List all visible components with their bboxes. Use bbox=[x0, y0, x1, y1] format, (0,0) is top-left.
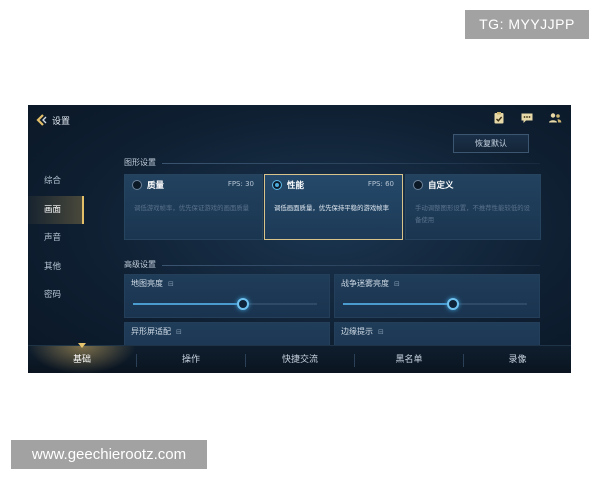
slider-thumb[interactable] bbox=[447, 298, 460, 310]
fog-brightness-label: 战争迷雾亮度 ⊟ bbox=[341, 279, 400, 288]
info-icon[interactable]: ⊟ bbox=[378, 328, 384, 336]
radio-icon bbox=[272, 180, 282, 190]
info-icon[interactable]: ⊟ bbox=[176, 328, 182, 336]
sidebar-item-sound[interactable]: 声音 bbox=[28, 224, 84, 253]
watermark-url: www.geechierootz.com bbox=[11, 440, 207, 469]
mode-name: 自定义 bbox=[428, 181, 454, 191]
mode-name: 性能 bbox=[287, 181, 305, 191]
slider-thumb[interactable] bbox=[237, 298, 250, 310]
mode-fps: FPS: 60 bbox=[367, 180, 394, 188]
tab-basic[interactable]: 基础 bbox=[28, 346, 136, 373]
slider-fill bbox=[133, 303, 244, 305]
notch-adaptation-label: 异形屏适配 ⊟ bbox=[131, 327, 182, 336]
graphics-section-divider bbox=[162, 163, 540, 164]
sidebar-item-password[interactable]: 密码 bbox=[28, 281, 84, 310]
info-icon[interactable]: ⊟ bbox=[168, 280, 174, 288]
map-brightness-label: 地图亮度 ⊟ bbox=[131, 279, 174, 288]
mode-fps: FPS: 30 bbox=[227, 180, 254, 188]
fog-brightness-slider[interactable] bbox=[343, 298, 527, 310]
settings-sidebar: 综合 画面 声音 其他 密码 bbox=[28, 167, 84, 310]
radio-icon bbox=[413, 180, 423, 190]
page-title: 设置 bbox=[52, 116, 71, 127]
map-brightness-setting: 地图亮度 ⊟ bbox=[124, 274, 330, 318]
advanced-section-divider bbox=[162, 265, 540, 266]
friends-icon[interactable] bbox=[548, 111, 562, 125]
bottom-tab-bar: 基础 操作 快捷交流 黑名单 录像 bbox=[28, 345, 571, 373]
restore-defaults-button[interactable]: 恢复默认 bbox=[453, 134, 529, 153]
clipboard-check-icon[interactable] bbox=[492, 111, 506, 125]
sidebar-item-other[interactable]: 其他 bbox=[28, 253, 84, 282]
map-brightness-slider[interactable] bbox=[133, 298, 317, 310]
chat-icon[interactable] bbox=[520, 111, 534, 125]
graphics-section-title: 图形设置 bbox=[124, 158, 156, 167]
back-arrow-icon bbox=[34, 113, 48, 127]
info-icon[interactable]: ⊟ bbox=[394, 280, 400, 288]
tab-replay[interactable]: 录像 bbox=[464, 346, 571, 373]
radio-icon bbox=[132, 180, 142, 190]
tab-blacklist[interactable]: 黑名单 bbox=[355, 346, 463, 373]
tab-quick-chat[interactable]: 快捷交流 bbox=[246, 346, 354, 373]
mode-description: 调低画面质量，优先保持平稳的游戏帧率 bbox=[274, 204, 390, 212]
mode-name: 质量 bbox=[147, 181, 165, 191]
tab-controls[interactable]: 操作 bbox=[137, 346, 245, 373]
sidebar-item-general[interactable]: 综合 bbox=[28, 167, 84, 196]
watermark-tag: TG: MYYJJPP bbox=[465, 10, 589, 39]
fog-brightness-setting: 战争迷雾亮度 ⊟ bbox=[334, 274, 540, 318]
graphics-mode-custom[interactable]: 自定义 手动调整图形设置，不推荐性能较低的设备使用 bbox=[405, 174, 541, 240]
slider-fill bbox=[343, 303, 454, 305]
graphics-mode-quality[interactable]: 质量 FPS: 30 调低游戏帧率，优先保证游戏的画面质量 bbox=[124, 174, 263, 240]
mode-description: 手动调整图形设置，不推荐性能较低的设备使用 bbox=[415, 204, 531, 224]
game-settings-screen: 设置 恢复默认 综合 画面 声音 其他 密码 图形设置 质量 FPS: 30 调… bbox=[28, 105, 571, 373]
mode-description: 调低游戏帧率，优先保证游戏的画面质量 bbox=[134, 204, 250, 212]
edge-hint-label: 边缘提示 ⊟ bbox=[341, 327, 384, 336]
back-button[interactable]: 设置 bbox=[34, 110, 70, 130]
graphics-mode-performance[interactable]: 性能 FPS: 60 调低画面质量，优先保持平稳的游戏帧率 bbox=[264, 174, 403, 240]
sidebar-item-graphics[interactable]: 画面 bbox=[28, 195, 84, 224]
advanced-section-title: 高级设置 bbox=[124, 260, 156, 269]
